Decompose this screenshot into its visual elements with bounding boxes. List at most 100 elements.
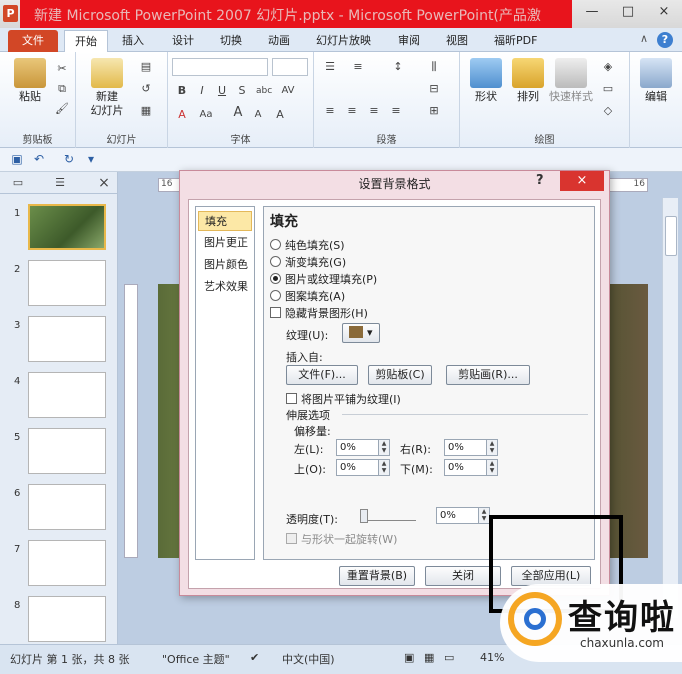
align-center-icon[interactable]: ≡	[344, 104, 360, 118]
tab-home[interactable]: 开始	[64, 30, 108, 52]
font-size-combo[interactable]	[272, 58, 308, 76]
tab-slideshow[interactable]: 幻灯片放映	[306, 30, 381, 52]
line-spacing-icon[interactable]: ↕	[390, 60, 406, 74]
help-icon[interactable]: ?	[657, 32, 673, 48]
slide-thumbnail-1[interactable]	[28, 204, 106, 250]
reset-icon[interactable]: ↺	[138, 82, 154, 96]
nav-artistic-effects[interactable]: 艺术效果	[198, 277, 252, 297]
file-button[interactable]: 文件(F)...	[286, 365, 358, 385]
transparency-slider[interactable]	[360, 509, 416, 523]
tab-insert[interactable]: 插入	[112, 30, 154, 52]
hide-background-checkbox[interactable]: 隐藏背景图形(H)	[270, 305, 368, 321]
nav-picture-color[interactable]: 图片颜色	[198, 255, 252, 275]
maximize-button[interactable]: □	[610, 0, 646, 24]
slides-tab-icon[interactable]: ▭	[10, 176, 26, 190]
shapes-button[interactable]: 形状	[466, 58, 506, 104]
new-slide-button[interactable]: 新建 幻灯片	[82, 58, 132, 118]
gradient-fill-option[interactable]: 渐变填充(G)	[270, 254, 346, 270]
arrange-button[interactable]: 排列	[508, 58, 548, 104]
outline-tab-icon[interactable]: ☰	[52, 176, 68, 190]
spellcheck-icon[interactable]: ✔	[250, 651, 259, 664]
section-icon[interactable]: ▦	[138, 104, 154, 118]
slide-thumbnail-3[interactable]	[28, 316, 106, 362]
editing-button[interactable]: 编辑	[636, 58, 676, 104]
clear-format-icon[interactable]: A	[272, 108, 288, 122]
smartart-icon[interactable]: ⊞	[426, 104, 442, 118]
save-icon[interactable]: ▣	[10, 152, 24, 166]
spinner-arrows-icon[interactable]: ▲ ▼	[486, 440, 497, 455]
offset-left-input[interactable]: 0% ▲ ▼	[336, 439, 390, 456]
cut-icon[interactable]: ✂	[54, 62, 70, 76]
tab-foxit-pdf[interactable]: 福昕PDF	[484, 30, 547, 52]
tile-checkbox[interactable]: 将图片平铺为纹理(I)	[286, 391, 401, 407]
close-button[interactable]: ×	[646, 0, 682, 24]
numbering-icon[interactable]: ≡	[350, 60, 366, 74]
format-painter-icon[interactable]: 🖌	[54, 102, 70, 116]
minimize-ribbon-icon[interactable]: ∧	[640, 32, 648, 45]
spinner-arrows-icon[interactable]: ▲ ▼	[478, 508, 489, 523]
align-text-icon[interactable]: ⊟	[426, 82, 442, 96]
nav-picture-correction[interactable]: 图片更正	[198, 233, 252, 253]
undo-icon[interactable]: ↶	[32, 152, 46, 166]
align-left-icon[interactable]: ≡	[322, 104, 338, 118]
justify-icon[interactable]: ≡	[388, 104, 404, 118]
theme-name[interactable]: "Office 主题"	[162, 651, 230, 667]
close-panel-icon[interactable]: ×	[96, 176, 112, 190]
font-name-combo[interactable]	[172, 58, 268, 76]
bullets-icon[interactable]: ☰	[322, 60, 338, 74]
picture-fill-option[interactable]: 图片或纹理填充(P)	[270, 271, 377, 287]
shadow-icon[interactable]: abc	[256, 84, 272, 98]
clipart-button[interactable]: 剪贴画(R)...	[446, 365, 530, 385]
sorter-view-icon[interactable]: ▦	[424, 651, 434, 664]
copy-icon[interactable]: ⧉	[54, 82, 70, 96]
reset-background-button[interactable]: 重置背景(B)	[339, 566, 415, 586]
dialog-help-icon[interactable]: ?	[536, 173, 544, 188]
slide-thumbnail-7[interactable]	[28, 540, 106, 586]
shrink-font-icon[interactable]: A	[250, 108, 266, 122]
redo-icon[interactable]: ↻	[62, 152, 76, 166]
text-direction-icon[interactable]: ⫼	[426, 60, 442, 74]
shape-fill-icon[interactable]: ◈	[600, 60, 616, 74]
tab-view[interactable]: 视图	[436, 30, 478, 52]
zoom-level[interactable]: 41%	[480, 651, 504, 664]
offset-bottom-input[interactable]: 0% ▲ ▼	[444, 459, 498, 476]
offset-right-input[interactable]: 0% ▲ ▼	[444, 439, 498, 456]
paste-button[interactable]: 粘贴	[10, 58, 50, 104]
powerpoint-icon[interactable]: P	[3, 5, 18, 22]
tab-review[interactable]: 审阅	[388, 30, 430, 52]
grow-font-icon[interactable]: A	[230, 106, 246, 120]
offset-top-input[interactable]: 0% ▲ ▼	[336, 459, 390, 476]
bold-icon[interactable]: B	[174, 84, 190, 98]
clipboard-button[interactable]: 剪贴板(C)	[368, 365, 432, 385]
tab-file[interactable]: 文件	[8, 30, 58, 52]
spinner-arrows-icon[interactable]: ▲ ▼	[378, 460, 389, 475]
vertical-scrollbar[interactable]	[662, 198, 678, 618]
tab-design[interactable]: 设计	[162, 30, 204, 52]
strikethrough-icon[interactable]: S	[234, 84, 250, 98]
nav-fill[interactable]: 填充	[198, 211, 252, 231]
quick-style-button[interactable]: 快速样式	[546, 58, 596, 104]
solid-fill-option[interactable]: 纯色填充(S)	[270, 237, 345, 253]
shape-outline-icon[interactable]: ▭	[600, 82, 616, 96]
slide-thumbnail-4[interactable]	[28, 372, 106, 418]
transparency-input[interactable]: 0% ▲ ▼	[436, 507, 490, 524]
slide-thumbnail-6[interactable]	[28, 484, 106, 530]
rotate-with-shape-checkbox[interactable]: 与形状一起旋转(W)	[286, 531, 397, 547]
reading-view-icon[interactable]: ▭	[444, 651, 454, 664]
texture-picker[interactable]: ▾	[342, 323, 380, 343]
layout-icon[interactable]: ▤	[138, 60, 154, 74]
align-right-icon[interactable]: ≡	[366, 104, 382, 118]
shape-effects-icon[interactable]: ◇	[600, 104, 616, 118]
italic-icon[interactable]: I	[194, 84, 210, 98]
slide-thumbnail-2[interactable]	[28, 260, 106, 306]
slide-thumbnail-5[interactable]	[28, 428, 106, 474]
tab-animations[interactable]: 动画	[258, 30, 300, 52]
char-spacing-icon[interactable]: AV	[280, 84, 296, 98]
normal-view-icon[interactable]: ▣	[404, 651, 414, 664]
slide-thumbnail-8[interactable]	[28, 596, 106, 642]
font-color-icon[interactable]: A	[174, 108, 190, 122]
pattern-fill-option[interactable]: 图案填充(A)	[270, 288, 345, 304]
minimize-button[interactable]: —	[574, 0, 610, 24]
slider-thumb[interactable]	[360, 509, 368, 523]
tab-transitions[interactable]: 切换	[210, 30, 252, 52]
